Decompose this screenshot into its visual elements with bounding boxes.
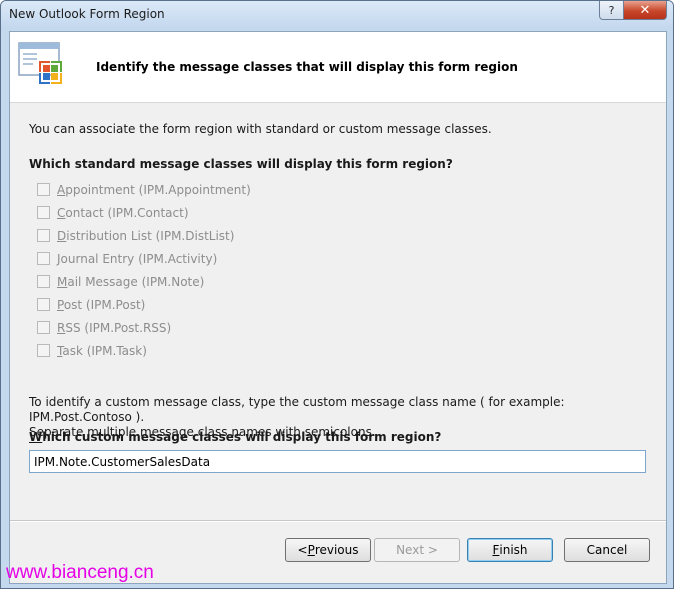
checkbox-post[interactable]: Post (IPM.Post) [37, 293, 251, 316]
checkbox-journal-entry[interactable]: Journal Entry (IPM.Activity) [37, 247, 251, 270]
checkbox-label: Appointment (IPM.Appointment) [57, 182, 251, 197]
finish-button[interactable]: Finish [467, 538, 553, 562]
page-title: Identify the message classes that will d… [96, 60, 518, 74]
checkbox-rss[interactable]: RSS (IPM.Post.RSS) [37, 316, 251, 339]
custom-message-class-input[interactable] [29, 450, 646, 473]
checkbox-label: RSS (IPM.Post.RSS) [57, 320, 172, 335]
wizard-window: New Outlook Form Region ? ✕ Identify the… [0, 0, 674, 589]
help-button[interactable]: ? [599, 1, 624, 20]
wizard-client-area: Identify the message classes that will d… [9, 31, 667, 584]
checkbox-appointment[interactable]: Appointment (IPM.Appointment) [37, 178, 251, 201]
checkbox-box[interactable] [37, 321, 50, 334]
window-title: New Outlook Form Region [9, 7, 165, 21]
watermark-text: www.bianceng.cn [6, 562, 154, 583]
checkbox-contact[interactable]: Contact (IPM.Contact) [37, 201, 251, 224]
instructions-line-1: To identify a custom message class, type… [29, 395, 565, 424]
intro-text: You can associate the form region with s… [29, 122, 492, 136]
checkbox-label: Distribution List (IPM.DistList) [57, 228, 235, 243]
title-bar[interactable]: New Outlook Form Region ? ✕ [1, 1, 673, 29]
standard-classes-list: Appointment (IPM.Appointment) Contact (I… [37, 178, 251, 362]
checkbox-task[interactable]: Task (IPM.Task) [37, 339, 251, 362]
wizard-header: Identify the message classes that will d… [10, 32, 666, 103]
footer-separator [10, 520, 666, 522]
checkbox-label: Post (IPM.Post) [57, 297, 146, 312]
standard-classes-question: Which standard message classes will disp… [29, 157, 453, 171]
checkbox-box[interactable] [37, 183, 50, 196]
checkbox-box[interactable] [37, 206, 50, 219]
checkbox-box[interactable] [37, 344, 50, 357]
checkbox-label: Contact (IPM.Contact) [57, 205, 189, 220]
checkbox-box[interactable] [37, 252, 50, 265]
next-button[interactable]: Next > [374, 538, 460, 562]
checkbox-distribution-list[interactable]: Distribution List (IPM.DistList) [37, 224, 251, 247]
checkbox-label: Task (IPM.Task) [57, 343, 147, 358]
checkbox-label: Journal Entry (IPM.Activity) [57, 251, 218, 266]
checkbox-box[interactable] [37, 298, 50, 311]
checkbox-box[interactable] [37, 229, 50, 242]
previous-button[interactable]: < Previous [285, 538, 371, 562]
close-button[interactable]: ✕ [623, 1, 667, 20]
checkbox-label: Mail Message (IPM.Note) [57, 274, 205, 289]
custom-classes-question: Which custom message classes will displa… [29, 430, 442, 444]
checkbox-box[interactable] [37, 275, 50, 288]
form-region-wizard-icon [18, 42, 62, 84]
cancel-button[interactable]: Cancel [564, 538, 650, 562]
checkbox-mail-message[interactable]: Mail Message (IPM.Note) [37, 270, 251, 293]
